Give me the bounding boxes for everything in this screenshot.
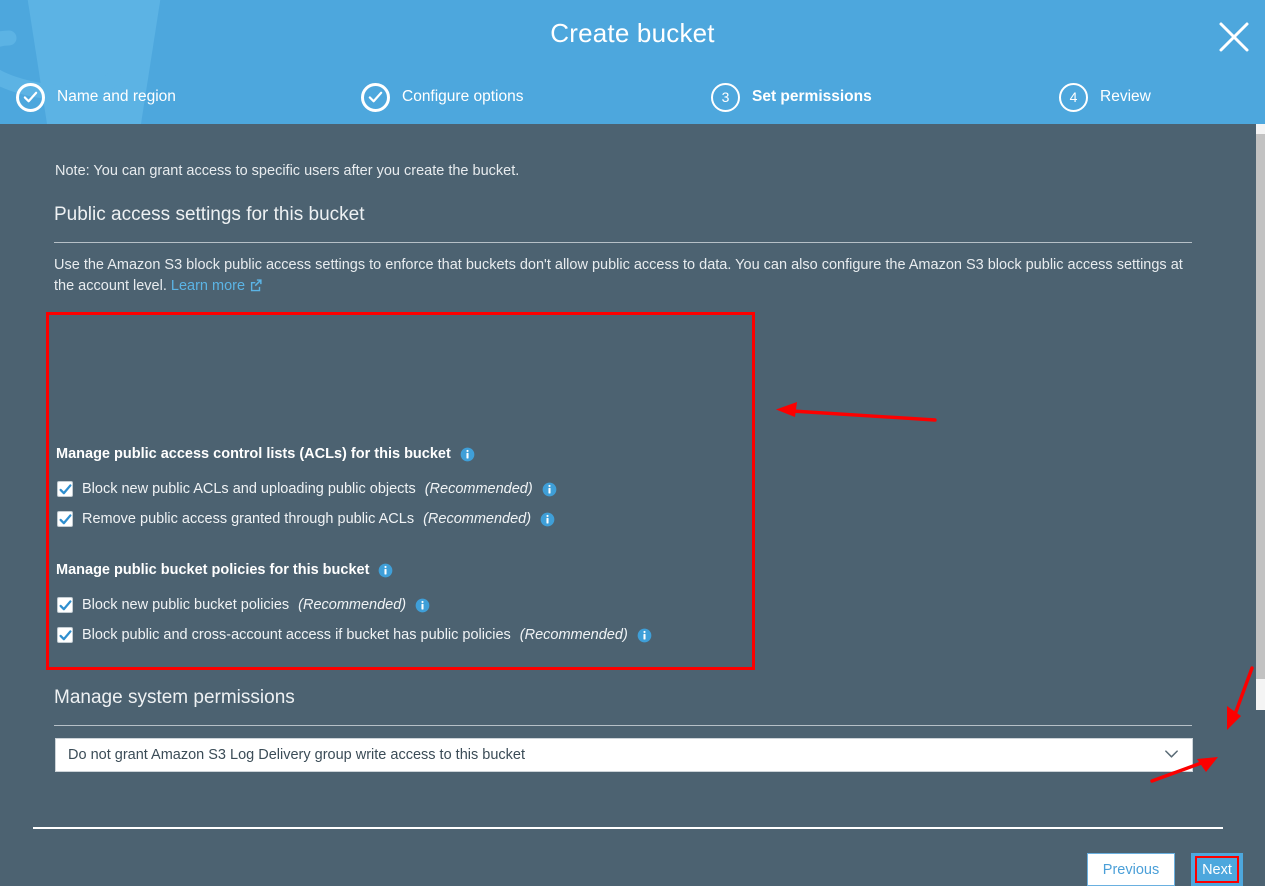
chevron-down-icon: [1163, 745, 1180, 766]
number-circle-icon: 3: [711, 82, 740, 112]
checkbox-block-new-public-acls[interactable]: [57, 481, 73, 497]
manage-acls-group-title: Manage public access control lists (ACLs…: [56, 446, 475, 462]
learn-more-link[interactable]: Learn more: [171, 278, 263, 294]
sidebar-item-name-and-region[interactable]: Name and region: [16, 78, 176, 116]
step-label-name-and-region: Name and region: [57, 88, 176, 105]
external-link-icon: [249, 278, 263, 299]
checkbox-row-block-cross-account-access[interactable]: Block public and cross-account access if…: [57, 627, 652, 643]
sidebar-item-review[interactable]: 4 Review: [1059, 78, 1151, 116]
checkbox-label-block-new-public-acls: Block new public ACLs and uploading publ…: [82, 481, 416, 497]
checkbox-label-block-new-public-bucket-policies: Block new public bucket policies: [82, 597, 290, 613]
next-button-label: Next: [1202, 861, 1232, 878]
checkbox-row-remove-public-access-acls[interactable]: Remove public access granted through pub…: [57, 511, 555, 527]
step-number-4: 4: [1069, 89, 1078, 105]
learn-more-label: Learn more: [170, 278, 246, 294]
step-label-set-permissions: Set permissions: [752, 88, 872, 105]
section-divider: [54, 725, 1192, 726]
checkbox-row-block-new-public-acls[interactable]: Block new public ACLs and uploading publ…: [57, 481, 557, 497]
info-icon[interactable]: [415, 598, 430, 613]
vertical-scrollbar[interactable]: [1256, 124, 1265, 710]
checkbox-remove-public-access-acls[interactable]: [57, 511, 73, 527]
page-title: Create bucket: [550, 18, 715, 48]
info-icon[interactable]: [540, 512, 555, 527]
info-icon[interactable]: [460, 447, 475, 462]
section-divider: [54, 242, 1192, 243]
dialog-body: Note: You can grant access to specific u…: [0, 124, 1256, 886]
check-circle-icon: [16, 82, 45, 112]
checkbox-block-cross-account-access[interactable]: [57, 627, 73, 643]
recommended-tag: (Recommended): [424, 481, 533, 497]
step-number-3: 3: [721, 89, 730, 105]
scrollable-content: Note: You can grant access to specific u…: [0, 124, 1256, 772]
scrollbar-thumb[interactable]: [1256, 134, 1265, 679]
info-icon[interactable]: [637, 628, 652, 643]
wizard-step-list: Name and region Configure options 3 Set …: [0, 78, 1265, 116]
system-permissions-heading: Manage system permissions: [54, 687, 295, 708]
checkbox-label-remove-public-access-acls: Remove public access granted through pub…: [82, 511, 415, 527]
manage-bucket-policies-title-text: Manage public bucket policies for this b…: [56, 562, 370, 578]
log-delivery-select[interactable]: Do not grant Amazon S3 Log Delivery grou…: [55, 738, 1193, 772]
recommended-tag: (Recommended): [423, 511, 532, 527]
manage-bucket-policies-group-title: Manage public bucket policies for this b…: [56, 562, 393, 578]
sidebar-item-configure-options[interactable]: Configure options: [361, 78, 524, 116]
info-icon[interactable]: [378, 563, 393, 578]
close-icon[interactable]: [1215, 18, 1253, 56]
checkbox-block-new-public-bucket-policies[interactable]: [57, 597, 73, 613]
recommended-tag: (Recommended): [519, 627, 628, 643]
manage-acls-title-text: Manage public access control lists (ACLs…: [56, 446, 451, 462]
check-circle-icon: [361, 82, 390, 112]
step-label-review: Review: [1100, 88, 1151, 105]
note-text: Note: You can grant access to specific u…: [55, 163, 520, 179]
next-button[interactable]: Next: [1191, 853, 1243, 886]
footer-divider: [33, 827, 1223, 829]
log-delivery-select-value: Do not grant Amazon S3 Log Delivery grou…: [68, 747, 525, 763]
sidebar-item-set-permissions[interactable]: 3 Set permissions: [711, 78, 872, 116]
previous-button[interactable]: Previous: [1087, 853, 1175, 886]
previous-button-label: Previous: [1102, 861, 1160, 878]
step-label-configure-options: Configure options: [402, 88, 524, 105]
recommended-tag: (Recommended): [298, 597, 407, 613]
scrollbar-corner: [1256, 710, 1265, 784]
number-circle-icon: 4: [1059, 82, 1088, 112]
checkbox-row-block-new-public-bucket-policies[interactable]: Block new public bucket policies (Recomm…: [57, 597, 430, 613]
checkbox-label-block-cross-account-access: Block public and cross-account access if…: [82, 627, 511, 643]
wizard-header: Create bucket Name and region Configure …: [0, 0, 1265, 124]
public-access-description: Use the Amazon S3 block public access se…: [54, 255, 1184, 299]
info-icon[interactable]: [542, 482, 557, 497]
public-access-heading: Public access settings for this bucket: [54, 204, 365, 225]
